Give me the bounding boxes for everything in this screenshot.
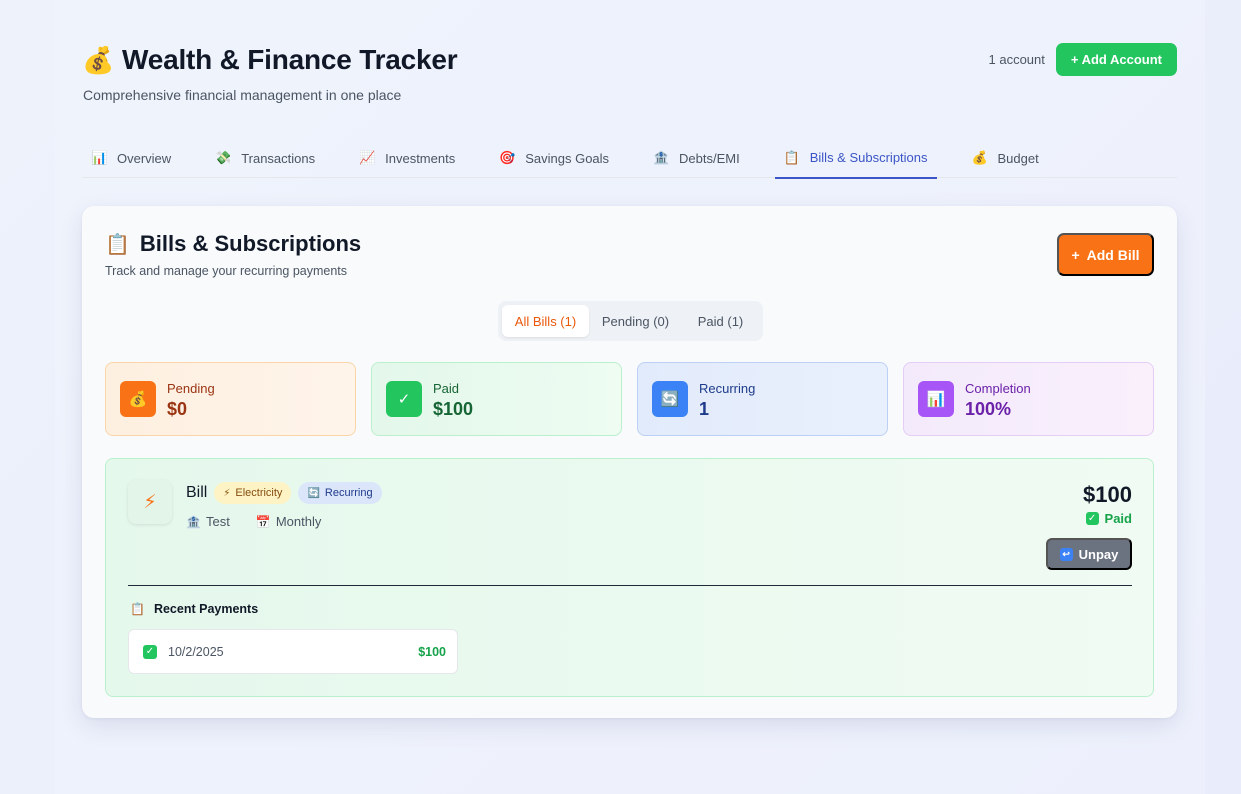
clipboard-icon: 📋	[130, 602, 145, 616]
repeat-icon: 🔄	[307, 487, 320, 499]
bill-account: Test	[206, 514, 230, 529]
add-bill-button[interactable]: + Add Bill	[1057, 233, 1154, 276]
divider	[128, 585, 1132, 586]
clipboard-icon: 📋	[783, 149, 800, 165]
add-bill-label: Add Bill	[1086, 246, 1140, 263]
stat-value: $100	[433, 399, 474, 419]
filter-all-bills[interactable]: All Bills (1)	[502, 305, 589, 337]
bill-frequency: Monthly	[275, 514, 322, 529]
target-icon: 🎯	[499, 150, 516, 165]
bill-stats: 💰 Pending $0 ✓ Paid $100 🔄 Recurring 1 📊…	[105, 362, 1154, 436]
tab-label: Budget	[997, 150, 1039, 166]
stat-value: 100%	[965, 399, 1012, 419]
check-icon: ✓	[143, 645, 157, 659]
bar-chart-icon: 📊	[918, 381, 954, 417]
category-badge: ⚡ Electricity	[214, 482, 292, 504]
tab-label: Debts/EMI	[679, 150, 740, 166]
stat-value: $0	[167, 399, 188, 419]
stat-label: Pending	[167, 381, 215, 396]
stat-label: Recurring	[699, 381, 756, 396]
plus-icon: +	[1071, 246, 1080, 263]
stat-completion: 📊 Completion 100%	[903, 362, 1154, 436]
tab-bills-subscriptions[interactable]: 📋 Bills & Subscriptions	[774, 138, 937, 179]
trend-up-icon: 📈	[359, 150, 376, 165]
tab-label: Overview	[117, 150, 172, 166]
calendar-icon: 📅	[255, 514, 271, 529]
app-title-row: 💰 Wealth & Finance Tracker	[82, 44, 458, 76]
tab-transactions[interactable]: 💸 Transactions	[206, 138, 324, 178]
main-tabs: 📊 Overview 💸 Transactions 📈 Investments …	[82, 138, 1177, 179]
stat-pending: 💰 Pending $0	[105, 362, 356, 436]
tab-label: Transactions	[241, 150, 316, 166]
lightning-icon: ⚡	[223, 487, 231, 499]
app-header: 💰 Wealth & Finance Tracker Comprehensive…	[82, 0, 1177, 120]
recurring-label: Recurring	[324, 487, 373, 499]
tab-overview[interactable]: 📊 Overview	[82, 138, 180, 178]
tab-label: Bills & Subscriptions	[809, 150, 928, 165]
tab-label: Savings Goals	[525, 150, 610, 166]
bills-title: Bills & Subscriptions	[139, 231, 362, 256]
filter-paid[interactable]: Paid (1)	[682, 305, 759, 337]
app-container: 💰 Wealth & Finance Tracker Comprehensive…	[82, 0, 1177, 718]
bank-icon: 🏦	[186, 514, 201, 529]
clipboard-icon: 📋	[105, 233, 130, 256]
bill-name: Bill	[186, 484, 208, 501]
stat-recurring: 🔄 Recurring 1	[637, 362, 888, 436]
recent-payments-label: Recent Payments	[153, 602, 259, 616]
payment-amount: $100	[418, 645, 446, 659]
bills-card: 📋 Bills & Subscriptions Track and manage…	[82, 206, 1177, 718]
bank-icon: 🏦	[653, 150, 670, 165]
payment-date: 10/2/2025	[168, 645, 224, 659]
recent-payments-title: 📋 Recent Payments	[130, 602, 258, 616]
money-wings-icon: 💸	[215, 150, 232, 165]
recurring-badge: 🔄 Recurring	[298, 482, 382, 504]
app-subtitle: Comprehensive financial management in on…	[83, 87, 402, 103]
bill-name-row: Bill ⚡ Electricity 🔄 Recurring	[186, 482, 382, 504]
stat-paid: ✓ Paid $100	[371, 362, 622, 436]
tab-investments[interactable]: 📈 Investments	[350, 138, 464, 178]
tab-budget[interactable]: 💰 Budget	[963, 138, 1048, 178]
undo-icon: ↩	[1059, 547, 1073, 561]
unpay-label: Unpay	[1078, 546, 1119, 562]
filter-pending[interactable]: Pending (0)	[589, 305, 682, 337]
payment-row: ✓ 10/2/2025 $100	[128, 629, 458, 674]
tab-debts-emi[interactable]: 🏦 Debts/EMI	[644, 138, 749, 178]
money-bag-icon: 💰	[82, 44, 115, 75]
bill-meta: 🏦 Test 📅 Monthly	[186, 514, 321, 529]
bill-item: ⚡ Bill ⚡ Electricity 🔄 Recurring 🏦 Test …	[105, 458, 1154, 697]
tab-label: Investments	[385, 150, 456, 166]
unpay-button[interactable]: ↩ Unpay	[1046, 538, 1132, 570]
money-bag-icon: 💰	[971, 150, 988, 165]
check-icon: ✓	[1085, 512, 1099, 525]
status-badge: ✓ Paid	[1085, 511, 1132, 526]
bill-amount: $100	[1083, 482, 1132, 507]
app-title: Wealth & Finance Tracker	[122, 44, 458, 75]
stat-value: 1	[699, 399, 710, 419]
lightning-icon: ⚡	[128, 480, 172, 524]
account-count: 1 account	[988, 52, 1045, 67]
tab-savings-goals[interactable]: 🎯 Savings Goals	[490, 138, 618, 178]
status-label: Paid	[1104, 511, 1132, 526]
repeat-icon: 🔄	[652, 381, 688, 417]
category-label: Electricity	[235, 487, 283, 499]
bills-title-row: 📋 Bills & Subscriptions	[105, 231, 361, 257]
add-account-button[interactable]: + Add Account	[1055, 43, 1177, 76]
bills-subtitle: Track and manage your recurring payments	[105, 264, 348, 278]
stat-label: Paid	[433, 381, 460, 396]
bar-chart-icon: 📊	[91, 150, 108, 165]
stat-label: Completion	[965, 381, 1031, 396]
check-icon: ✓	[386, 381, 422, 417]
header-actions: 1 account + Add Account	[988, 43, 1177, 76]
money-bag-icon: 💰	[120, 381, 156, 417]
bill-filter-group: All Bills (1) Pending (0) Paid (1)	[498, 301, 763, 341]
